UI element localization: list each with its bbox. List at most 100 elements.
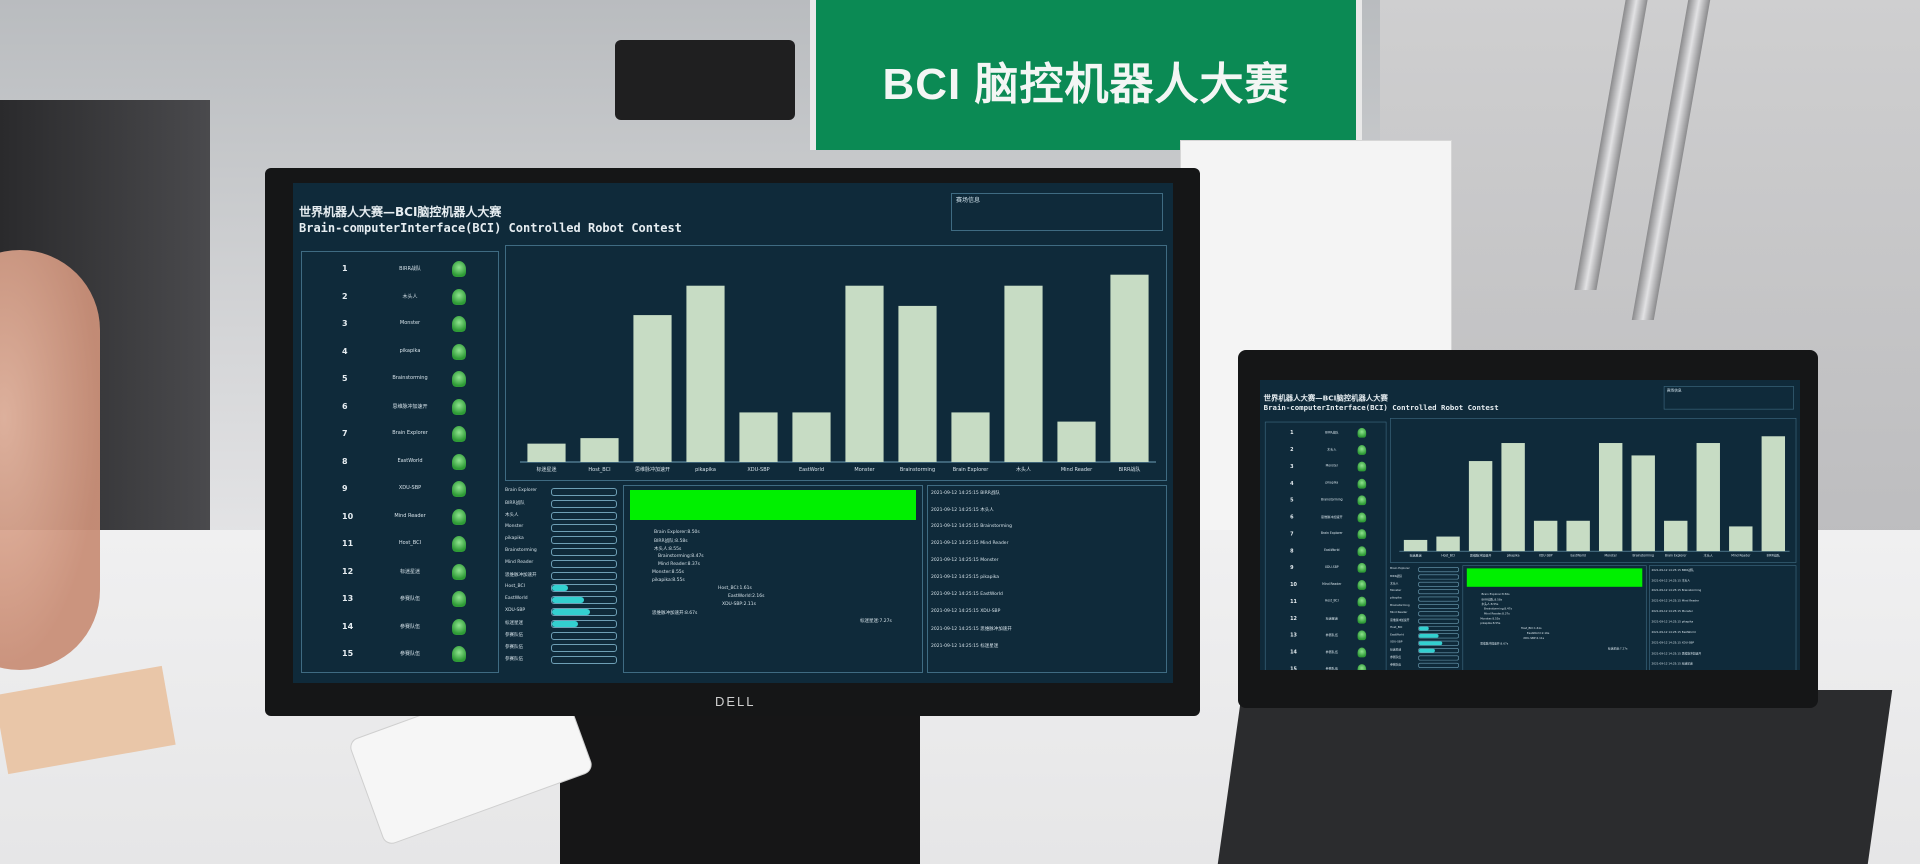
bar-chart: 标迷星迷 Host_BCI 思维脉冲加速开 pikapika XDU-SBP EastWo…	[1390, 418, 1797, 563]
app-title-en: Brain-computerInterface(BCI) Controlled …	[299, 221, 682, 235]
team-logo-icon	[452, 261, 466, 277]
progress-row: 参赛队伍	[505, 655, 617, 664]
progress-label: XDU-SBP	[505, 608, 526, 613]
track-time-label: Brain Explorer:8.50s	[1481, 592, 1510, 596]
progress-row: EastWorld	[505, 595, 617, 604]
team-name: Brain Explorer	[1320, 531, 1343, 536]
team-name: EastWorld	[397, 457, 423, 464]
team-number: 2	[342, 291, 348, 301]
chart-tick-label: pikapika	[695, 467, 716, 473]
progress-fill	[1418, 626, 1429, 631]
progress-label: Mind Reader	[505, 560, 534, 565]
progress-track	[1418, 567, 1459, 573]
progress-label: Brainstorming	[505, 548, 537, 553]
progress-fill	[1418, 634, 1439, 638]
chart-tick-label: Brain Explorer	[1665, 554, 1687, 558]
progress-fill	[552, 585, 568, 591]
progress-label: EastWorld	[1390, 633, 1404, 637]
team-row: 6 思维脉冲加速开	[302, 396, 498, 420]
progress-label: 思维脉冲加速开	[1390, 619, 1410, 623]
chart-tick-label: 思维脉冲加速开	[1470, 553, 1491, 558]
team-row: 14 参赛队伍	[1266, 645, 1386, 660]
progress-track	[551, 596, 617, 604]
team-row: 11 Host_BCI	[1266, 595, 1386, 610]
team-row: 13 参赛队伍	[1266, 629, 1386, 644]
team-name: 标迷星迷	[399, 568, 420, 575]
log-entry: 2021-09-12 14:25:15 思维脉冲加速开	[1651, 652, 1702, 656]
team-logo-icon	[452, 371, 466, 387]
chart-tick-label: BIRR战队	[1119, 466, 1141, 473]
team-number: 2	[1290, 446, 1294, 453]
progress-track	[1418, 596, 1459, 602]
team-logo-icon	[452, 343, 466, 360]
team-name: EastWorld	[1324, 548, 1340, 553]
team-row: 3 Monster	[302, 313, 498, 337]
progress-fill	[1418, 648, 1435, 653]
team-logo-icon	[452, 536, 466, 552]
track-time-label: Monster:8.55s	[1480, 617, 1500, 621]
progress-label: Brainstorming	[1390, 603, 1410, 608]
progress-track	[1418, 574, 1459, 580]
team-name: XDU-SBP	[1324, 565, 1339, 569]
track-time-label: BIRR战队:8.58s	[1481, 598, 1503, 602]
team-number: 13	[1290, 632, 1297, 638]
team-name: Monster	[399, 320, 421, 326]
chart-bar	[633, 315, 672, 462]
progress-track	[1418, 581, 1459, 587]
progress-row: Brain Explorer	[505, 487, 617, 496]
team-logo-icon	[452, 426, 466, 442]
team-name: pikapika	[1325, 480, 1339, 485]
race-track: Brain Explorer:8.50s BIRR战队:8.58s 木头人:8.55…	[623, 485, 923, 673]
progress-row: Brainstorming	[1390, 603, 1459, 609]
team-number: 3	[342, 319, 348, 328]
progress-track	[1418, 662, 1459, 668]
progress-green-bar	[1466, 568, 1643, 587]
log-entry: 2021-09-12 14:25:15 BIRR战队	[931, 491, 1000, 496]
progress-track	[551, 584, 617, 592]
chart-tick-label: Host_BCI	[1441, 554, 1455, 558]
team-number: 8	[342, 456, 348, 466]
chart-tick-label: Mind Reader	[1731, 554, 1751, 558]
banner-title: BCI 脑控机器人大赛	[882, 60, 1290, 109]
chart-tick-label: Monster	[854, 467, 875, 473]
event-log: 2021-09-12 14:25:15 BIRR战队 2021-09-12 14:…	[927, 485, 1167, 673]
chart-tick-label: Mind Reader	[1061, 467, 1093, 473]
progress-list: Brain Explorer BIRR战队 木头人 Monster pikapika Br…	[1390, 565, 1459, 670]
chart-tick-label: XDU-SBP	[1539, 554, 1553, 558]
team-logo-icon	[1357, 427, 1367, 438]
team-row: 7 Brain Explorer	[1266, 527, 1386, 542]
team-number: 6	[1290, 514, 1294, 520]
log-entry: 2021-09-12 14:25:15 pikapika	[931, 575, 1000, 580]
team-name: Mind Reader	[394, 512, 426, 519]
track-time-label: XDU-SBP:2.11s	[1523, 637, 1545, 641]
log-entry: 2021-09-12 14:25:15 思维脉冲加速开	[931, 627, 1012, 632]
team-number: 1	[1290, 429, 1294, 436]
track-time-label: Host_BCI:1.61s	[718, 586, 752, 591]
chart-tick-label: Host_BCI	[588, 467, 610, 473]
log-entry: 2021-09-12 14:25:15 标迷星迷	[1651, 662, 1693, 666]
chart-bar	[1501, 443, 1525, 552]
team-row: 2 木头人	[1266, 443, 1386, 458]
track-time-label: Brainstorming:8.47s	[1483, 607, 1512, 611]
log-entry: 2021-09-12 14:25:15 Mind Reader	[1651, 599, 1700, 603]
progress-label: 木头人	[1390, 582, 1399, 586]
track-time-label: 标迷星迷:7.27s	[860, 619, 892, 624]
team-number: 8	[1290, 547, 1294, 554]
progress-track	[551, 656, 617, 664]
team-name: 参赛队伍	[1325, 650, 1338, 654]
team-name: pikapika	[399, 347, 421, 354]
progress-label: 参赛队伍	[505, 633, 523, 638]
progress-row: BIRR战队	[1390, 574, 1459, 580]
progress-track	[551, 560, 617, 568]
progress-track	[1418, 640, 1459, 646]
progress-track	[551, 500, 617, 508]
team-number: 13	[342, 594, 354, 603]
team-row: 4 pikapika	[1266, 477, 1386, 492]
team-logo-icon	[1357, 562, 1367, 573]
monitor-brand-logo: DELL	[715, 694, 756, 709]
progress-row: XDU-SBP	[505, 607, 617, 616]
progress-row: BIRR战队	[505, 499, 617, 508]
progress-row: pikapika	[1390, 596, 1459, 602]
team-logo-icon	[452, 288, 466, 305]
chart-bar	[1664, 520, 1688, 552]
